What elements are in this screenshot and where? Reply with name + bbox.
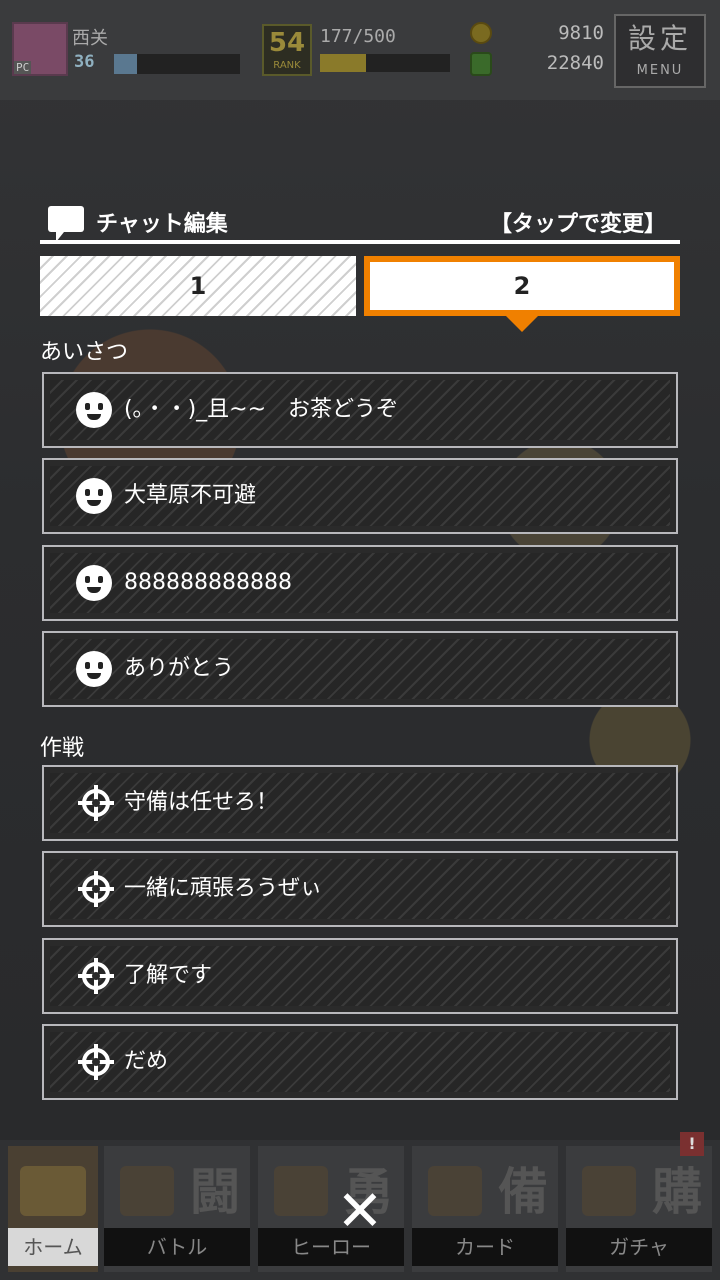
rank-badge: 54 RANK	[262, 24, 312, 76]
player-name: 西关	[72, 28, 108, 49]
chat-item-label: 了解です	[124, 963, 213, 988]
coin-value: 9810	[558, 22, 604, 44]
panel-title: チャット編集	[96, 212, 228, 237]
crosshair-icon	[78, 958, 114, 994]
gacha-icon	[582, 1166, 636, 1216]
gem-value: 22840	[546, 52, 604, 74]
home-icon	[20, 1166, 86, 1216]
chat-item-label: だめ	[124, 1049, 169, 1074]
chat-item-tactics-2[interactable]: 一緒に頑張ろうぜぃ	[42, 851, 678, 927]
menu-label: MENU	[636, 63, 684, 78]
settings-menu-button[interactable]: 設定 MENU	[614, 14, 706, 88]
tap-hint: 【タップで変更】	[489, 212, 666, 237]
crosshair-icon	[78, 785, 114, 821]
stamina-fill	[320, 54, 367, 72]
chat-item-label: 一緒に頑張ろうぜぃ	[124, 876, 323, 901]
face-icon	[76, 478, 112, 514]
face-icon	[76, 651, 112, 687]
rank-label: RANK	[273, 60, 301, 71]
chat-item-tactics-3[interactable]: 了解です	[42, 938, 678, 1014]
nav-label: カード	[412, 1228, 558, 1266]
crosshair-icon	[78, 871, 114, 907]
nav-gacha[interactable]: 購 ガチャ	[566, 1146, 712, 1272]
gamepad-icon	[120, 1166, 174, 1216]
nav-label: ガチャ	[566, 1228, 712, 1266]
chat-item-tactics-1[interactable]: 守備は任せろ！	[42, 765, 678, 841]
nav-cards[interactable]: 備 カード	[412, 1146, 558, 1272]
chat-edit-header: チャット編集 【タップで変更】	[40, 200, 680, 244]
chat-item-greeting-1[interactable]: (｡・・)_且~~ お茶どうぞ	[42, 372, 678, 448]
menu-kanji: 設定	[627, 22, 692, 55]
nav-label: バトル	[104, 1228, 250, 1266]
nav-kanji: 購	[652, 1163, 702, 1221]
chat-item-greeting-3[interactable]: 888888888888	[42, 545, 678, 621]
rank-number: 54	[268, 28, 306, 58]
nav-label: ホーム	[8, 1228, 98, 1266]
player-avatar[interactable]: PC	[12, 22, 68, 76]
chat-item-greeting-2[interactable]: 大草原不可避	[42, 458, 678, 534]
nav-home[interactable]: ホーム	[8, 1146, 98, 1272]
nav-kanji: 闘	[190, 1163, 240, 1221]
chat-item-label: 大草原不可避	[124, 483, 257, 508]
hero-icon	[274, 1166, 328, 1216]
active-tab-pointer	[506, 316, 538, 332]
stamina-bar	[320, 54, 450, 72]
chat-item-label: (｡・・)_且~~ お茶どうぞ	[124, 397, 399, 422]
chat-item-tactics-4[interactable]: だめ	[42, 1024, 678, 1100]
chat-item-greeting-4[interactable]: ありがとう	[42, 631, 678, 707]
chat-item-label: 888888888888	[124, 570, 292, 595]
section-label-greeting: あいさつ	[40, 340, 129, 365]
tab-2[interactable]: 2	[364, 256, 680, 316]
coin-icon	[470, 22, 492, 44]
face-icon	[76, 565, 112, 601]
close-button[interactable]: ✕	[332, 1184, 388, 1240]
chat-item-label: 守備は任せろ！	[124, 790, 279, 815]
chat-item-label: ありがとう	[124, 656, 235, 681]
nav-kanji: 備	[498, 1163, 548, 1221]
cards-icon	[428, 1166, 482, 1216]
gacha-alert-badge: !	[680, 1132, 704, 1156]
level-progress-fill	[114, 54, 137, 74]
level-progress-bar	[114, 54, 240, 74]
tab-1[interactable]: 1	[40, 256, 356, 316]
status-bar: PC 西关 36 54 RANK 177/500 9810 22840 設定 M…	[0, 0, 720, 100]
section-label-tactics: 作戦	[40, 736, 85, 761]
face-icon	[76, 392, 112, 428]
nav-battle[interactable]: 闘 バトル	[104, 1146, 250, 1272]
crosshair-icon	[78, 1044, 114, 1080]
player-level: 36	[74, 52, 95, 72]
player-tag: PC	[14, 61, 32, 74]
chat-bubble-icon	[48, 206, 84, 242]
stamina-value: 177/500	[320, 26, 396, 47]
gem-icon	[470, 52, 492, 76]
